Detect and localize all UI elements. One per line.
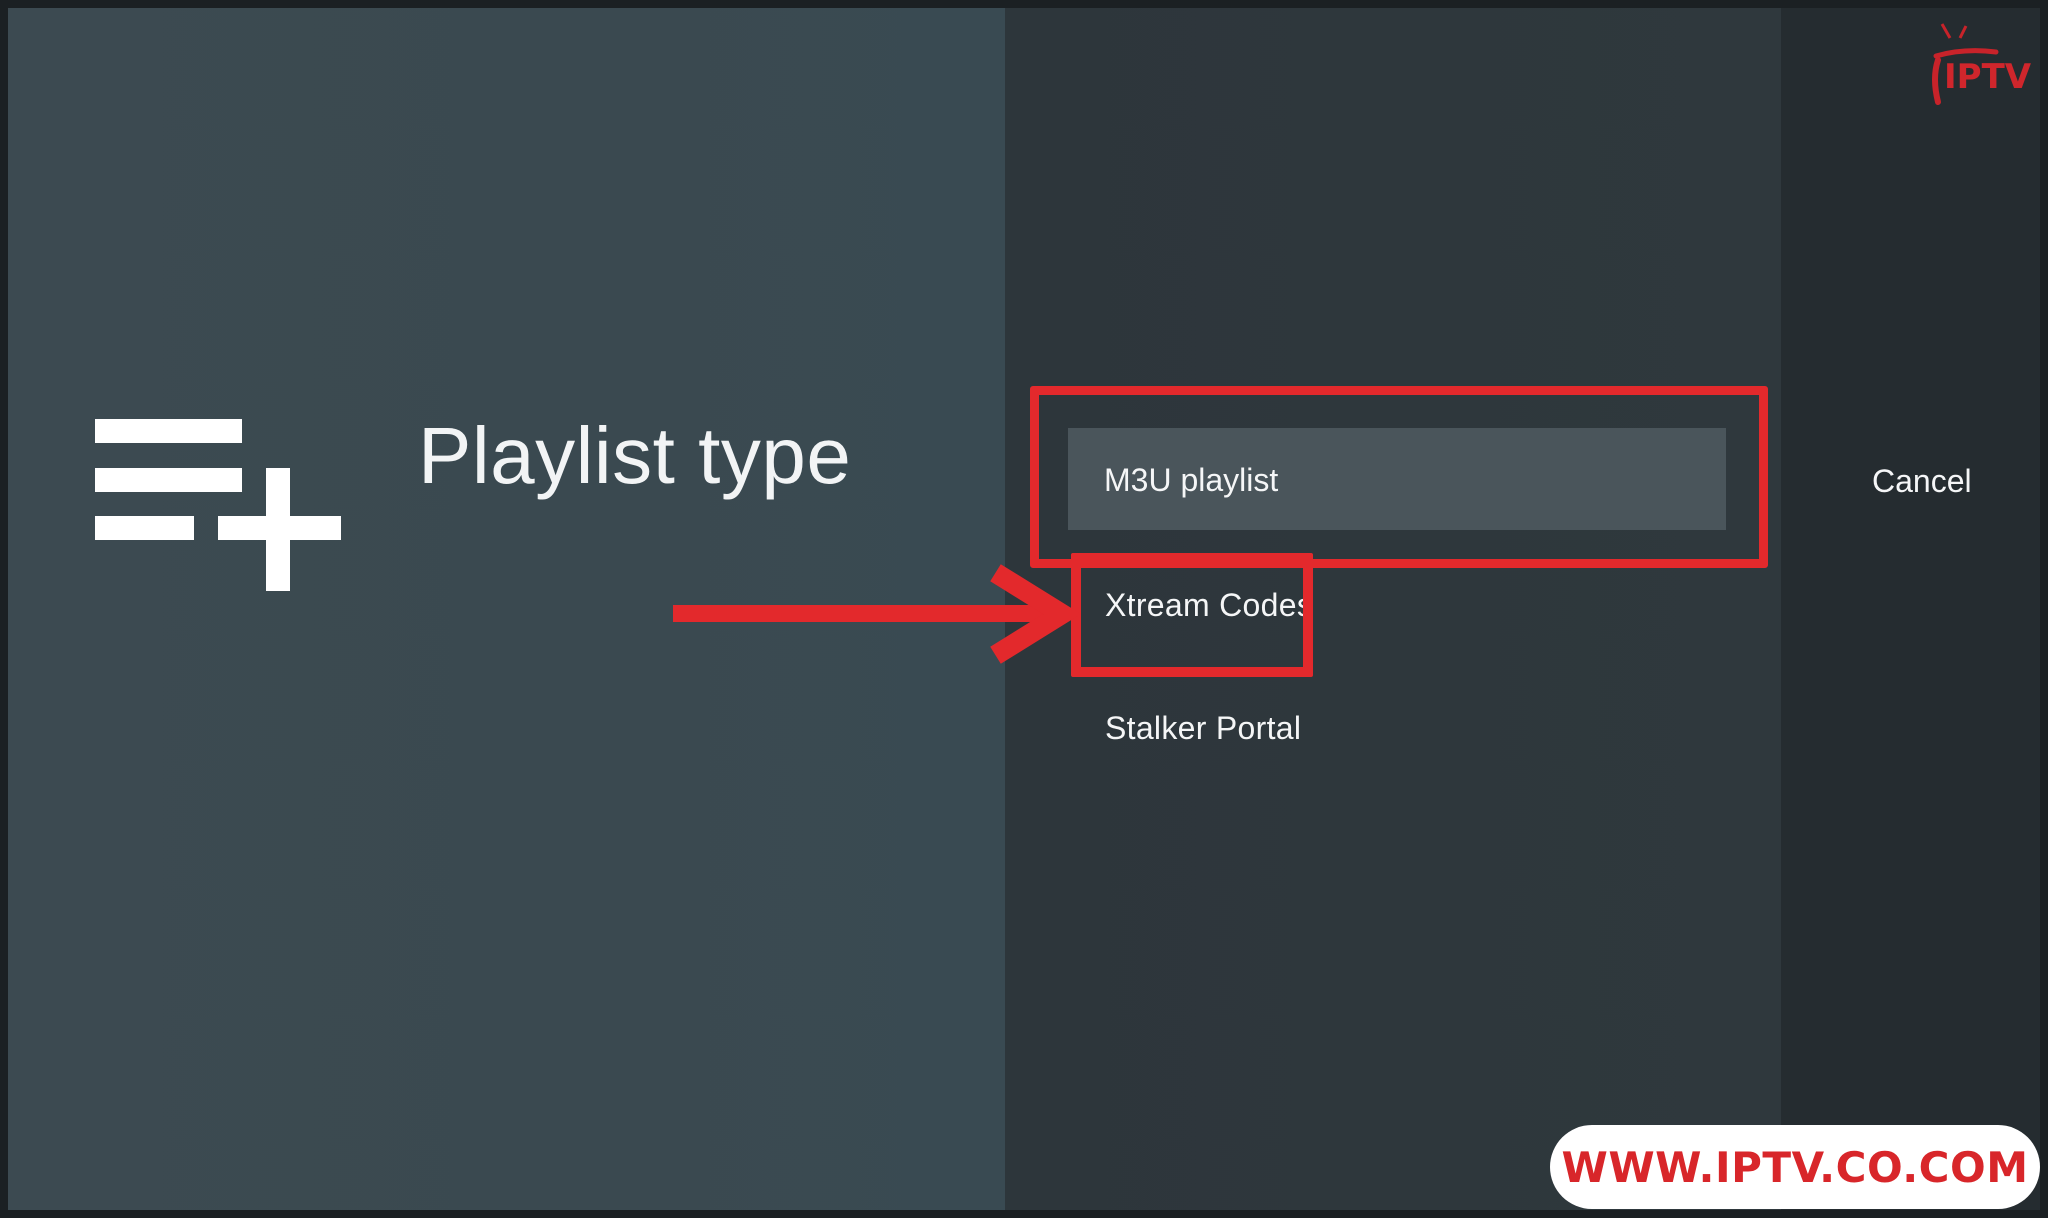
tv-screen: Playlist type M3U playlist Xtream Codes … bbox=[0, 0, 2048, 1218]
highlight-box-m3u bbox=[1030, 386, 1768, 568]
option-stalker-portal[interactable]: Stalker Portal bbox=[1105, 710, 1301, 747]
highlight-box-xtream bbox=[1071, 553, 1313, 677]
actions-panel bbox=[1781, 8, 2040, 1210]
playlist-add-icon bbox=[95, 419, 341, 591]
cancel-button[interactable]: Cancel bbox=[1872, 463, 1972, 500]
page-title: Playlist type bbox=[418, 411, 852, 500]
website-url: WWW.IPTV.CO.COM bbox=[1561, 1142, 2029, 1192]
website-badge: WWW.IPTV.CO.COM bbox=[1550, 1125, 2040, 1209]
svg-text:IPTV: IPTV bbox=[1944, 57, 2032, 97]
dialog-header-panel bbox=[8, 8, 1005, 1210]
iptv-logo: IPTV bbox=[1932, 23, 2032, 105]
